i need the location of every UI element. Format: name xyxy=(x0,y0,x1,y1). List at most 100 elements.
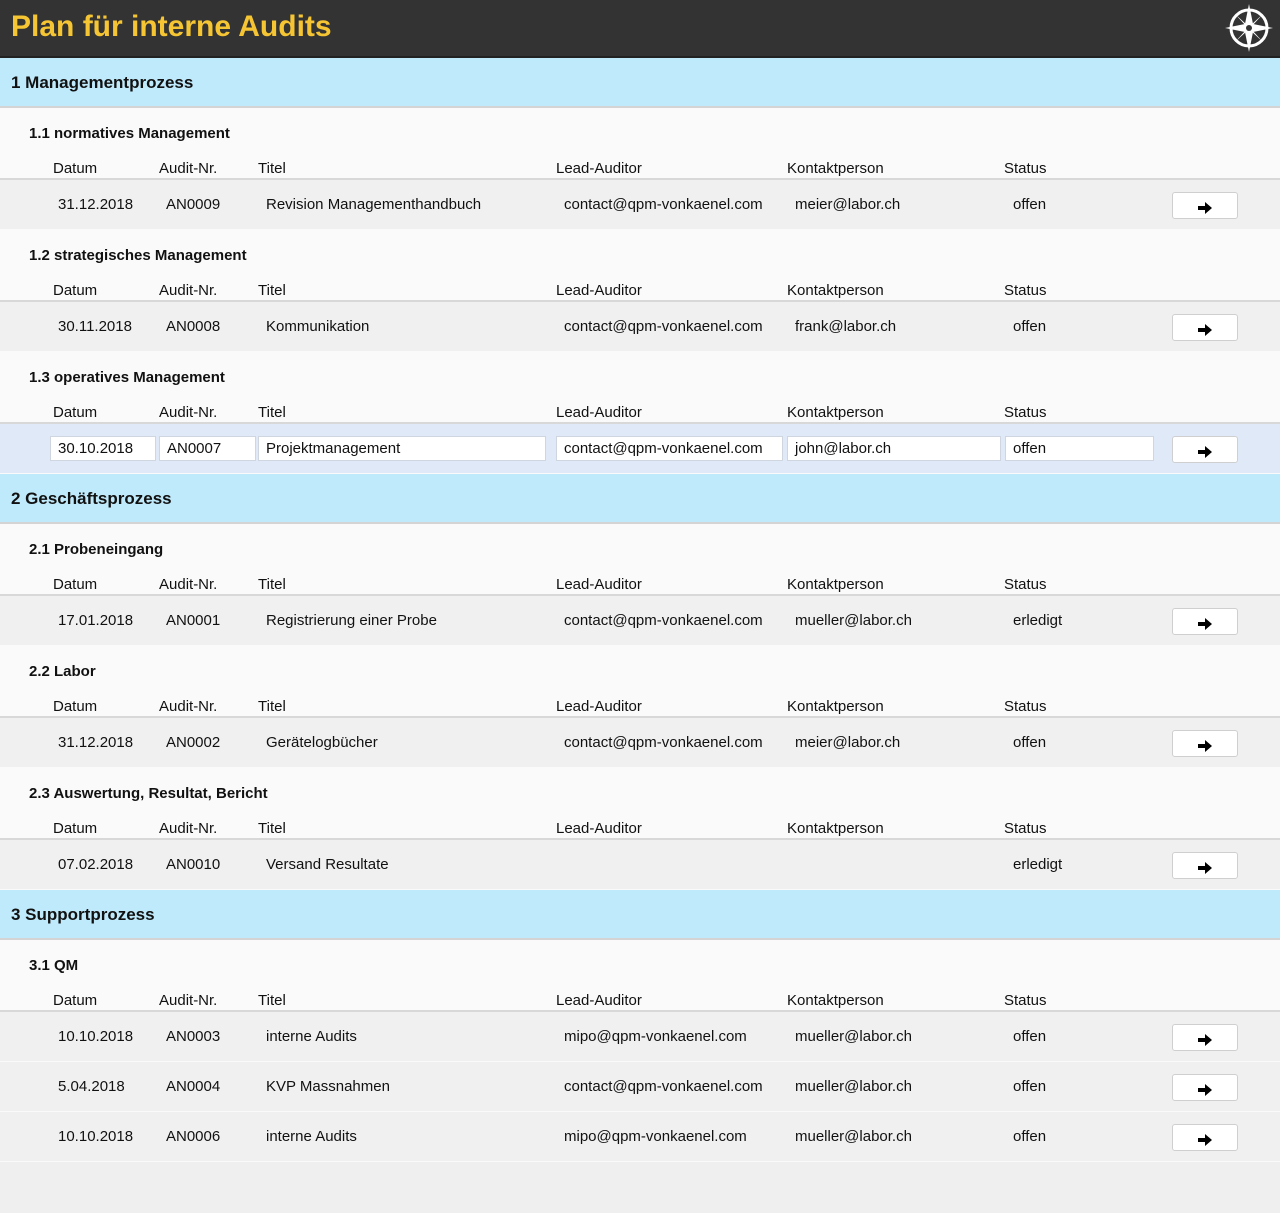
cell-date: 31.12.2018 xyxy=(58,196,134,213)
column-header-audit-nr: Audit-Nr. xyxy=(159,820,218,837)
cell-date: 17.01.2018 xyxy=(58,612,134,629)
audit-plan: 1 Managementprozess 1.1 normatives Manage… xyxy=(0,58,1280,1200)
cell-status[interactable]: offen xyxy=(1005,436,1154,461)
subsection-title: 1.3 operatives Management xyxy=(29,369,225,386)
table-row[interactable]: 10.10.2018 AN0006 interne Audits mipo@qpm-v… xyxy=(0,1112,1280,1162)
column-header-status: Status xyxy=(1004,820,1047,837)
open-audit-button[interactable] xyxy=(1172,192,1238,219)
arrow-right-icon xyxy=(1198,1134,1212,1146)
title-bar: Plan für interne Audits xyxy=(0,0,1280,58)
subsection-header: 1.3 operatives Management Datum Audit-Nr. T… xyxy=(0,352,1280,424)
column-header-audit-nr: Audit-Nr. xyxy=(159,160,218,177)
column-header-status: Status xyxy=(1004,282,1047,299)
table-row[interactable]: 30.10.2018 AN0007 Projektmanagement contact… xyxy=(0,424,1280,474)
subsection-header: 1.1 normatives Management Datum Audit-Nr. T… xyxy=(0,108,1280,180)
cell-audit-nr[interactable]: AN0007 xyxy=(159,436,256,461)
cell-audit-nr: AN0004 xyxy=(166,1078,221,1095)
table-row[interactable]: 17.01.2018 AN0001 Registrierung einer Prob… xyxy=(0,596,1280,646)
arrow-right-icon xyxy=(1198,324,1212,336)
column-header-lead-auditor: Lead-Auditor xyxy=(556,820,642,837)
table-row[interactable]: 31.12.2018 AN0002 Gerätelogbücher contact@q… xyxy=(0,718,1280,768)
cell-title: interne Audits xyxy=(266,1028,357,1045)
page-title: Plan für interne Audits xyxy=(11,10,332,43)
cell-audit-nr: AN0001 xyxy=(166,612,221,629)
open-audit-button[interactable] xyxy=(1172,608,1238,635)
column-header-audit-nr: Audit-Nr. xyxy=(159,698,218,715)
cell-status: offen xyxy=(1013,734,1047,751)
cell-title: interne Audits xyxy=(266,1128,357,1145)
column-header-lead-auditor: Lead-Auditor xyxy=(556,404,642,421)
section-header: 1 Managementprozess xyxy=(0,58,1280,108)
cell-audit-nr: AN0009 xyxy=(166,196,221,213)
cell-lead-auditor: mipo@qpm-vonkaenel.com xyxy=(564,1128,747,1145)
cell-status: erledigt xyxy=(1013,612,1063,629)
subsection-title: 1.2 strategisches Management xyxy=(29,247,247,264)
cell-contact-person: mueller@labor.ch xyxy=(795,1028,912,1045)
cell-date: 30.11.2018 xyxy=(58,318,132,335)
open-audit-button[interactable] xyxy=(1172,1024,1238,1051)
cell-status: offen xyxy=(1013,196,1047,213)
column-header-lead-auditor: Lead-Auditor xyxy=(556,160,642,177)
open-audit-button[interactable] xyxy=(1172,730,1238,757)
column-header-lead-auditor: Lead-Auditor xyxy=(556,698,642,715)
cell-title[interactable]: Projektmanagement xyxy=(258,436,546,461)
column-header-audit-nr: Audit-Nr. xyxy=(159,992,218,1009)
column-header-status: Status xyxy=(1004,992,1047,1009)
table-row[interactable]: 07.02.2018 AN0010 Versand Resultate erledig… xyxy=(0,840,1280,890)
table-row[interactable]: 30.11.2018 AN0008 Kommunikation contact@qpm… xyxy=(0,302,1280,352)
cell-title: Revision Managementhandbuch xyxy=(266,196,482,213)
cell-date: 10.10.2018 xyxy=(58,1128,134,1145)
subsection-title: 2.1 Probeneingang xyxy=(29,541,164,558)
column-header-title: Titel xyxy=(258,820,286,837)
open-audit-button[interactable] xyxy=(1172,1124,1238,1151)
cell-lead-auditor: mipo@qpm-vonkaenel.com xyxy=(564,1028,747,1045)
column-header-title: Titel xyxy=(258,282,286,299)
column-header-contact-person: Kontaktperson xyxy=(787,576,884,593)
column-header-status: Status xyxy=(1004,404,1047,421)
table-row[interactable]: 31.12.2018 AN0009 Revision Managementhandb… xyxy=(0,180,1280,230)
table-row[interactable]: 10.10.2018 AN0003 interne Audits mipo@qpm-v… xyxy=(0,1012,1280,1062)
column-header-date: Datum xyxy=(53,698,98,715)
cell-date[interactable]: 30.10.2018 xyxy=(50,436,156,461)
cell-contact-person: meier@labor.ch xyxy=(795,734,901,751)
column-header-date: Datum xyxy=(53,576,98,593)
arrow-right-icon xyxy=(1198,618,1212,630)
cell-title: Versand Resultate xyxy=(266,856,389,873)
column-header-audit-nr: Audit-Nr. xyxy=(159,282,218,299)
arrow-right-icon xyxy=(1198,202,1212,214)
subsection-header: 2.3 Auswertung, Resultat, Bericht Datum Au… xyxy=(0,768,1280,840)
cell-audit-nr: AN0010 xyxy=(166,856,221,873)
column-header-contact-person: Kontaktperson xyxy=(787,160,884,177)
arrow-right-icon xyxy=(1198,862,1212,874)
column-header-date: Datum xyxy=(53,160,98,177)
open-audit-button[interactable] xyxy=(1172,1074,1238,1101)
cell-audit-nr: AN0003 xyxy=(166,1028,221,1045)
column-header-title: Titel xyxy=(258,992,286,1009)
column-header-title: Titel xyxy=(258,698,286,715)
cell-title: KVP Massnahmen xyxy=(266,1078,390,1095)
open-audit-button[interactable] xyxy=(1172,314,1238,341)
cell-audit-nr: AN0006 xyxy=(166,1128,221,1145)
cell-contact-person: meier@labor.ch xyxy=(795,196,901,213)
column-header-date: Datum xyxy=(53,820,98,837)
cell-title: Gerätelogbücher xyxy=(266,734,378,751)
cell-lead-auditor: contact@qpm-vonkaenel.com xyxy=(564,196,763,213)
column-header-lead-auditor: Lead-Auditor xyxy=(556,282,642,299)
cell-title: Kommunikation xyxy=(266,318,370,335)
cell-contact-person[interactable]: john@labor.ch xyxy=(787,436,1001,461)
cell-lead-auditor: contact@qpm-vonkaenel.com xyxy=(564,1078,763,1095)
column-header-contact-person: Kontaktperson xyxy=(787,820,884,837)
table-row[interactable]: 5.04.2018 AN0004 KVP Massnahmen contact@qpm… xyxy=(0,1062,1280,1112)
column-header-audit-nr: Audit-Nr. xyxy=(159,404,218,421)
column-header-contact-person: Kontaktperson xyxy=(787,992,884,1009)
cell-contact-person: mueller@labor.ch xyxy=(795,1128,912,1145)
subsection-header: 3.1 QM Datum Audit-Nr. Titel Lead-Auditor Kon… xyxy=(0,940,1280,1012)
subsection-title: 2.3 Auswertung, Resultat, Bericht xyxy=(29,785,268,802)
arrow-right-icon xyxy=(1198,1034,1212,1046)
cell-status: erledigt xyxy=(1013,856,1063,873)
cell-lead-auditor[interactable]: contact@qpm-vonkaenel.com xyxy=(556,436,783,461)
cell-audit-nr: AN0002 xyxy=(166,734,221,751)
open-audit-button[interactable] xyxy=(1172,852,1238,879)
subsection-title: 3.1 QM xyxy=(29,957,79,974)
open-audit-button[interactable] xyxy=(1172,436,1238,463)
